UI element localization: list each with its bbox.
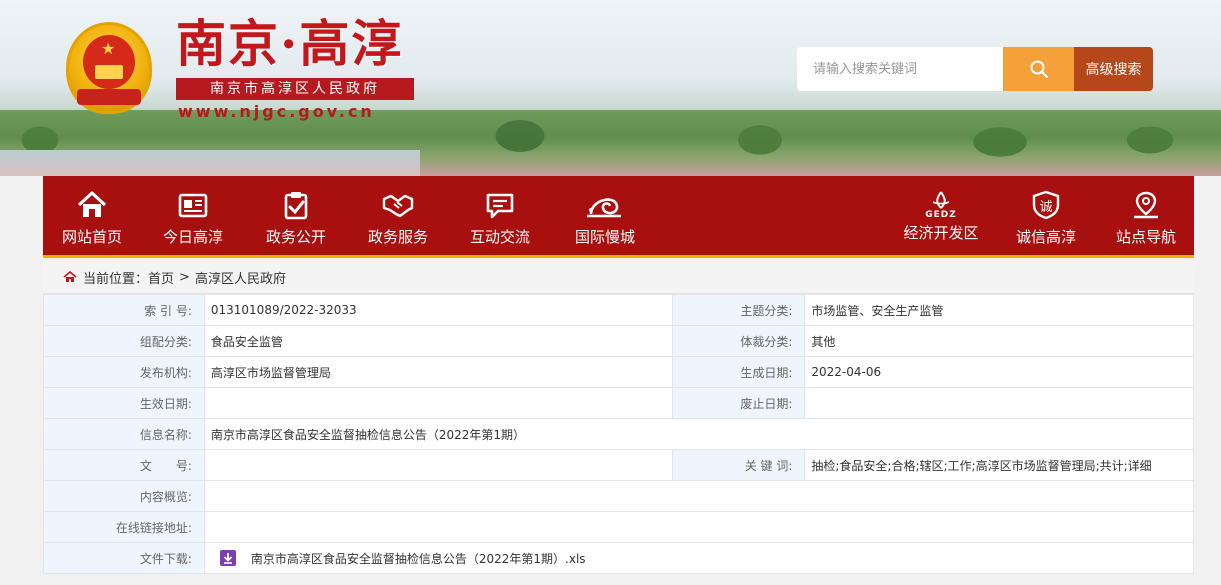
value-keywords: 抽检;食品安全;合格;辖区;工作;高淳区市场监督管理局;共计;详细: [804, 449, 1194, 481]
location-pin-icon: [1134, 191, 1158, 219]
nav-left-group: 网站首页 今日高淳 政务公开 政务服务 互动交流 国际慢城: [43, 176, 659, 255]
table-row: 内容概览:: [43, 480, 1195, 512]
value-assembly-category: 食品安全监管: [203, 325, 674, 357]
nav-label: 网站首页: [61, 228, 122, 246]
nav-item-home[interactable]: 网站首页: [43, 176, 141, 255]
download-file-icon[interactable]: [219, 549, 237, 567]
table-row: 生效日期: 废止日期:: [43, 387, 1194, 419]
nav-item-gov-affairs[interactable]: 政务公开: [245, 176, 347, 255]
nav-label: 站点导航: [1115, 228, 1176, 246]
newspaper-icon: [178, 193, 208, 218]
table-row: 文 号: 关 键 词: 抽检;食品安全;合格;辖区;工作;高淳区市场监督管理局;…: [43, 449, 1194, 481]
nav-item-today[interactable]: 今日高淳: [141, 176, 245, 255]
label-document-number: 文 号:: [43, 449, 205, 481]
nav-label: 政务公开: [265, 228, 326, 246]
nav-item-slow-city[interactable]: 国际慢城: [551, 176, 659, 255]
download-file-link[interactable]: 南京市高淳区食品安全监督抽检信息公告（2022年第1期）.xls: [251, 550, 586, 567]
banner-lake: [0, 150, 420, 176]
value-effective-date: [203, 387, 674, 419]
value-created-date: 2022-04-06: [804, 356, 1194, 388]
label-genre-category: 体裁分类:: [672, 325, 806, 357]
breadcrumb-prefix: 当前位置：: [83, 271, 149, 287]
search-button[interactable]: [1003, 47, 1074, 91]
value-document-number: [203, 449, 674, 481]
value-genre-category: 其他: [804, 325, 1194, 357]
site-domain: www.njgc.gov.cn: [178, 102, 375, 121]
nav-label: 政务服务: [367, 228, 428, 246]
nav-item-interaction[interactable]: 互动交流: [449, 176, 551, 255]
advanced-search-button[interactable]: 高级搜索: [1074, 47, 1153, 91]
nav-item-site-map[interactable]: 站点导航: [1098, 176, 1194, 255]
nav-label: 互动交流: [469, 228, 530, 246]
main-nav: 网站首页 今日高淳 政务公开 政务服务 互动交流 国际慢城 GEDZ 经济开发区…: [43, 176, 1194, 258]
label-expiry-date: 废止日期:: [672, 387, 806, 419]
search-input[interactable]: [797, 47, 1003, 91]
label-publisher: 发布机构:: [43, 356, 205, 388]
integrity-shield-icon: 诚: [1032, 190, 1060, 220]
handshake-icon: [382, 194, 414, 218]
breadcrumb: 当前位置： 首页 > 高淳区人民政府: [43, 261, 1194, 294]
breadcrumb-home-link[interactable]: 首页: [148, 268, 174, 287]
label-created-date: 生成日期:: [672, 356, 806, 388]
table-row: 组配分类: 食品安全监管 体裁分类: 其他: [43, 325, 1194, 357]
national-emblem-icon: ★: [66, 22, 152, 114]
label-content-summary: 内容概览:: [43, 480, 205, 512]
table-row: 索 引 号: 013101089/2022-32033 主题分类: 市场监管、安…: [43, 294, 1194, 326]
document-info-table: 索 引 号: 013101089/2022-32033 主题分类: 市场监管、安…: [43, 294, 1195, 574]
value-expiry-date: [804, 387, 1194, 419]
value-index-number: 013101089/2022-32033: [203, 294, 674, 326]
download-cell: 南京市高淳区食品安全监督抽检信息公告（2022年第1期）.xls: [203, 542, 1195, 574]
gedz-logo-icon: [932, 191, 950, 209]
nav-item-dev-zone[interactable]: GEDZ 经济开发区: [888, 176, 994, 255]
snail-icon: [587, 198, 621, 218]
nav-label: 诚信高淳: [1015, 228, 1076, 246]
table-row: 发布机构: 高淳区市场监督管理局 生成日期: 2022-04-06: [43, 356, 1194, 388]
value-online-link: [203, 511, 1195, 543]
site-title[interactable]: 南京·高淳: [176, 14, 403, 74]
nav-label: 经济开发区: [903, 224, 979, 242]
label-topic-category: 主题分类:: [672, 294, 806, 326]
label-online-link: 在线链接地址:: [43, 511, 205, 543]
label-assembly-category: 组配分类:: [43, 325, 205, 357]
table-row: 文件下载: 南京市高淳区食品安全监督抽检信息公告（2022年第1期）.xls: [43, 542, 1195, 574]
table-row: 在线链接地址:: [43, 511, 1195, 543]
search-icon: [1030, 60, 1048, 79]
svg-text:诚: 诚: [1039, 200, 1052, 215]
breadcrumb-current-link[interactable]: 高淳区人民政府: [195, 268, 286, 287]
clipboard-check-icon: [284, 192, 308, 220]
nav-right-group: GEDZ 经济开发区 诚 诚信高淳 站点导航: [888, 176, 1194, 255]
value-info-title: 南京市高淳区食品安全监督抽检信息公告（2022年第1期）: [203, 418, 1195, 450]
nav-item-gov-service[interactable]: 政务服务: [347, 176, 449, 255]
chat-icon: [486, 193, 514, 219]
value-publisher: 高淳区市场监督管理局: [203, 356, 674, 388]
nav-label: 今日高淳: [162, 228, 223, 246]
label-file-download: 文件下载:: [43, 542, 205, 574]
value-topic-category: 市场监管、安全生产监管: [804, 294, 1194, 326]
value-content-summary: [203, 480, 1195, 512]
nav-label: 国际慢城: [574, 228, 635, 246]
breadcrumb-separator: >: [179, 269, 190, 285]
nav-item-integrity[interactable]: 诚 诚信高淳: [994, 176, 1098, 255]
download-row: 南京市高淳区食品安全监督抽检信息公告（2022年第1期）.xls: [211, 549, 1187, 567]
label-keywords: 关 键 词:: [672, 449, 806, 481]
label-effective-date: 生效日期:: [43, 387, 205, 419]
home-icon: [63, 271, 77, 283]
table-row: 信息名称: 南京市高淳区食品安全监督抽检信息公告（2022年第1期）: [43, 418, 1195, 450]
home-icon: [77, 191, 107, 217]
label-index-number: 索 引 号:: [43, 294, 205, 326]
site-subtitle: 南京市高淳区人民政府: [176, 78, 414, 100]
label-info-title: 信息名称:: [43, 418, 205, 450]
gedz-logo-text: GEDZ: [925, 210, 957, 220]
